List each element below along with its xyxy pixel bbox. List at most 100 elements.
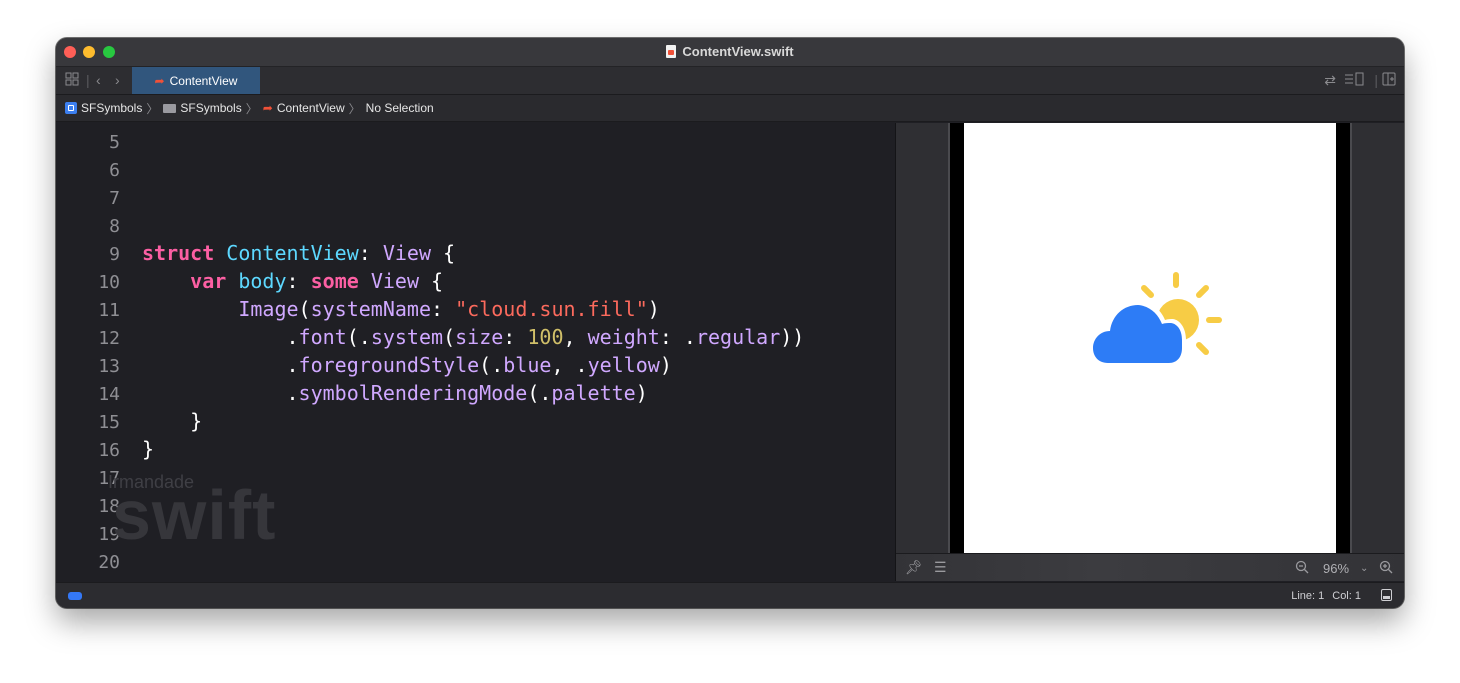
cursor-col: Col: 1 <box>1332 590 1361 602</box>
project-icon <box>65 102 77 114</box>
breadcrumb-project-label: SFSymbols <box>81 101 143 115</box>
xcode-window: ContentView.swift | ‹ › ➦ ContentView ⇄ … <box>56 38 1404 608</box>
tab-bar: | ‹ › ➦ ContentView ⇄ | <box>56 67 1404 95</box>
zoom-level[interactable]: 96% <box>1323 561 1349 576</box>
preview-device <box>948 123 1352 553</box>
token-punct: , <box>563 325 588 349</box>
chevron-down-icon[interactable]: ⌄ <box>1360 562 1368 576</box>
token-indent: . <box>142 353 299 377</box>
token-punct: : <box>286 269 311 293</box>
tab-contentview[interactable]: ➦ ContentView <box>132 67 260 94</box>
token-indent: . <box>142 325 299 349</box>
breadcrumb-separator-icon: 〉 <box>348 101 361 116</box>
code-line-11: Image(systemName: "cloud.sun.fill") <box>142 297 660 321</box>
token-punct: } <box>142 409 203 433</box>
token-keyword: some <box>310 269 359 293</box>
line-number: 10 <box>98 272 120 293</box>
cloud-sun-fill-icon <box>1089 272 1222 366</box>
line-number: 20 <box>98 552 120 573</box>
token-punct: ) <box>647 297 660 321</box>
code-area[interactable]: struct ContentView: View { var body: som… <box>142 123 804 461</box>
sun-ray <box>1141 285 1154 298</box>
line-number: 19 <box>98 524 120 545</box>
grid-icon-svg <box>65 72 79 86</box>
swift-icon: ➦ <box>154 73 165 88</box>
breadcrumb-selection[interactable]: No Selection <box>366 101 434 115</box>
line-number: 7 <box>109 188 120 209</box>
zoom-out-svg <box>1295 560 1309 574</box>
breadcrumb-file-label: ContentView <box>276 101 345 115</box>
token-punct: (. <box>479 353 504 377</box>
editor-options-icon[interactable] <box>1344 72 1364 89</box>
token-punct: ) <box>659 353 672 377</box>
breadcrumb-project[interactable]: SFSymbols <box>65 101 142 115</box>
toggle-debug-area-icon[interactable] <box>1381 589 1392 601</box>
breadcrumb: SFSymbols 〉 SFSymbols 〉 ➦ ContentView 〉 … <box>56 95 1404 122</box>
token-punct: { <box>419 269 444 293</box>
folder-icon <box>163 103 177 113</box>
pin-icon[interactable]: 📌︎ <box>905 560 923 574</box>
token-keyword: var <box>190 269 227 293</box>
cursor-position: Line: 1 Col: 1 <box>1283 590 1361 602</box>
forward-chevron-icon[interactable]: › <box>115 72 120 88</box>
token-call: foregroundStyle <box>298 353 480 377</box>
token-punct: } <box>142 437 155 461</box>
code-line-13: .foregroundStyle(.blue, .yellow) <box>142 353 672 377</box>
token-punct: (. <box>346 325 371 349</box>
line-number: 14 <box>98 384 120 405</box>
line-number: 15 <box>98 412 120 433</box>
token-identifier: body <box>238 269 287 293</box>
token-punct: { <box>431 241 456 265</box>
token-string: "cloud.sun.fill" <box>455 297 648 321</box>
breadcrumb-separator-icon: 〉 <box>146 101 159 116</box>
preview-screen <box>964 123 1336 553</box>
line-number: 8 <box>109 216 120 237</box>
line-number: 9 <box>109 244 120 265</box>
breadcrumb-selection-label: No Selection <box>365 101 434 115</box>
line-number: 5 <box>109 132 120 153</box>
token-call: system <box>370 325 444 349</box>
token-punct: ( <box>443 325 456 349</box>
token-call: symbolRenderingMode <box>298 381 528 405</box>
token-punct: : . <box>659 325 696 349</box>
divider-icon: | <box>86 72 90 88</box>
sun-ray <box>1196 285 1209 298</box>
breadcrumb-folder[interactable]: SFSymbols <box>163 101 242 115</box>
breadcrumb-file[interactable]: ➦ ContentView <box>263 101 345 115</box>
token-member: yellow <box>587 353 660 377</box>
token-label: weight <box>587 325 660 349</box>
add-editor-icon[interactable] <box>1382 72 1396 89</box>
breadcrumb-folder-label: SFSymbols <box>180 101 242 115</box>
token-punct: , . <box>551 353 588 377</box>
token-member: palette <box>551 381 636 405</box>
token-type: View <box>382 241 432 265</box>
token-type: View <box>370 269 419 293</box>
code-line-16: } <box>142 437 154 461</box>
divider-icon: | <box>1374 72 1378 88</box>
grid-icon[interactable] <box>65 72 79 89</box>
debug-area-indicator-icon[interactable] <box>68 592 82 600</box>
swift-file-icon <box>666 45 677 58</box>
zoom-in-icon[interactable] <box>1379 560 1393 576</box>
variants-icon[interactable]: ☰ <box>934 560 947 574</box>
window-title-text: ContentView.swift <box>682 44 794 59</box>
add-editor-svg <box>1382 72 1396 86</box>
token-indent: . <box>142 381 299 405</box>
back-chevron-icon[interactable]: ‹ <box>96 72 101 88</box>
token-member: regular <box>695 325 781 349</box>
swap-arrows-icon[interactable]: ⇄ <box>1324 72 1336 88</box>
token-number: 100 <box>527 325 564 349</box>
source-editor[interactable]: 5 6 7 8 9 10 11 12 13 14 15 16 17 18 19 … <box>56 123 895 581</box>
line-number: 6 <box>109 160 120 181</box>
token-punct: : <box>358 241 383 265</box>
token-punct: ( <box>298 297 311 321</box>
line-number: 11 <box>98 300 120 321</box>
breadcrumb-separator-icon: 〉 <box>245 101 258 116</box>
token-keyword: struct <box>142 241 215 265</box>
zoom-out-icon[interactable] <box>1295 560 1309 576</box>
line-number: 18 <box>98 496 120 517</box>
